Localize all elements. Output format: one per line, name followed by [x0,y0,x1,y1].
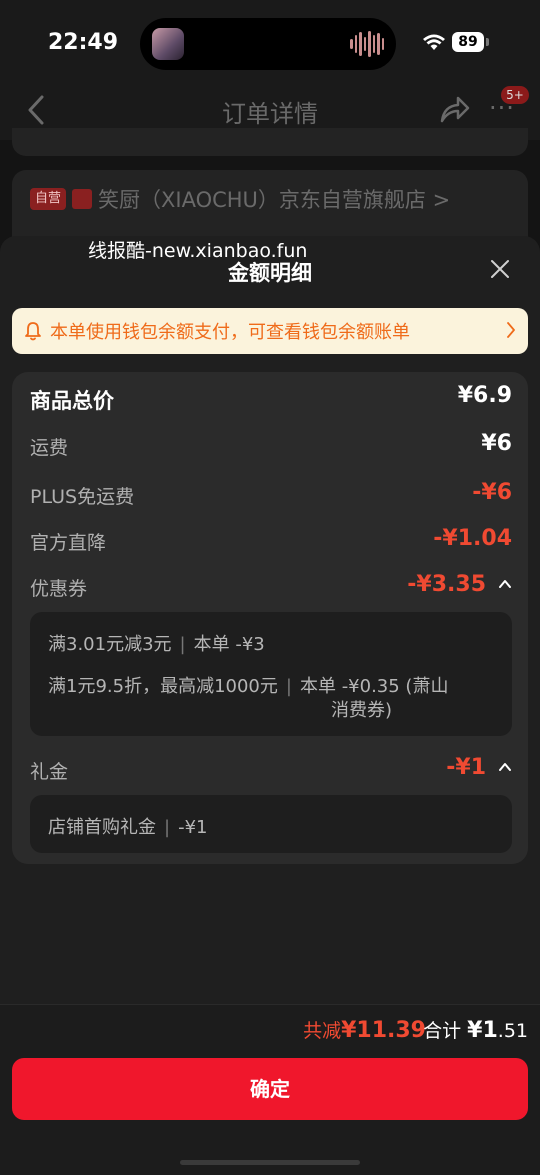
separator: | [285,676,292,697]
coupon-detail-amount: 本单 -¥0.35 (萧山 [299,676,449,697]
coupon-detail-amount: 本单 -¥3 [193,634,265,655]
dynamic-island[interactable] [140,18,396,70]
plus-shipping-value: -¥6 [472,480,512,505]
total-reduction: 共减¥11.39 [303,1016,426,1043]
notification-badge: 5+ [501,86,529,104]
battery-icon: 89 [452,32,484,52]
gift-detail-amount: -¥1 [178,817,208,838]
direct-discount-label: 官方直降 [30,532,107,554]
close-icon[interactable] [489,258,511,280]
gift-value: -¥1 [446,755,486,780]
sheet-title: 金额明细 [228,261,312,285]
wifi-icon [423,34,445,50]
status-bar: 22:49 89 [0,0,540,80]
subtotal-row: 商品总价 ¥6.9 [30,383,512,415]
gift-label: 礼金 [30,761,69,783]
status-time: 22:49 [48,30,119,55]
reduce-value: ¥11.39 [341,1018,426,1043]
direct-discount-row: 官方直降 -¥1.04 [30,526,512,558]
gift-detail-line: 店铺首购礼金 | -¥1 [48,813,207,839]
separator: | [179,634,186,655]
coupon-row[interactable]: 优惠券 -¥3.35 [30,572,512,604]
subtotal-label: 商品总价 [30,389,114,413]
total-decimal: .51 [497,1020,528,1042]
confirm-button[interactable]: 确定 [12,1058,528,1120]
coupon-detail-line: 满1元9.5折，最高减1000元 | 本单 -¥0.35 (萧山 [48,672,448,698]
coupon-value: -¥3.35 [407,572,486,597]
chevron-up-icon[interactable] [498,578,512,590]
audio-wave-icon [350,30,384,58]
self-operated-tag: 自营 [30,188,66,210]
bell-icon [24,321,42,341]
separator: | [164,817,171,838]
coupon-detail-amount-cont: 消费券) [331,700,393,721]
coupon-detail-desc: 满1元9.5折，最高减1000元 [48,676,278,697]
direct-discount-value: -¥1.04 [433,526,512,551]
shipping-label: 运费 [30,437,69,459]
gift-detail-desc: 店铺首购礼金 [48,817,156,838]
order-total: 合计 ¥1.51 [423,1016,528,1043]
now-playing-artwork [152,28,184,60]
wallet-notice-banner[interactable]: 本单使用钱包余额支付，可查看钱包余额账单 [12,308,528,354]
subtotal-value: ¥6.9 [457,383,512,408]
plus-shipping-label: PLUS免运费 [30,486,135,508]
gift-row[interactable]: 礼金 -¥1 [30,755,512,787]
gift-detail-box: 店铺首购礼金 | -¥1 [30,795,512,853]
wallet-notice-text: 本单使用钱包余额支付，可查看钱包余额账单 [50,322,410,343]
chevron-up-icon[interactable] [498,761,512,773]
home-indicator [180,1160,360,1165]
shipping-value: ¥6 [481,431,512,456]
store-name: 笑厨（XIAOCHU）京东自营旗舰店 > [98,188,451,212]
coupon-detail-line: 满3.01元减3元 | 本单 -¥3 [48,630,265,656]
total-integer: 1 [482,1018,498,1043]
store-chart-icon [72,189,92,209]
background-card [12,128,528,156]
coupon-detail-desc: 满3.01元减3元 [48,634,172,655]
reduce-label: 共减 [303,1020,342,1042]
total-label: 合计 [423,1020,462,1042]
coupon-detail-box: 满3.01元减3元 | 本单 -¥3 满1元9.5折，最高减1000元 | 本单 -¥0… [30,612,512,736]
battery-tip [486,38,489,46]
share-icon[interactable] [438,94,470,124]
shipping-row: 运费 ¥6 [30,431,512,463]
total-currency: ¥ [467,1018,483,1043]
chevron-right-icon [506,321,516,339]
coupon-label: 优惠券 [30,578,88,600]
plus-shipping-row: PLUS免运费 -¥6 [30,480,512,512]
